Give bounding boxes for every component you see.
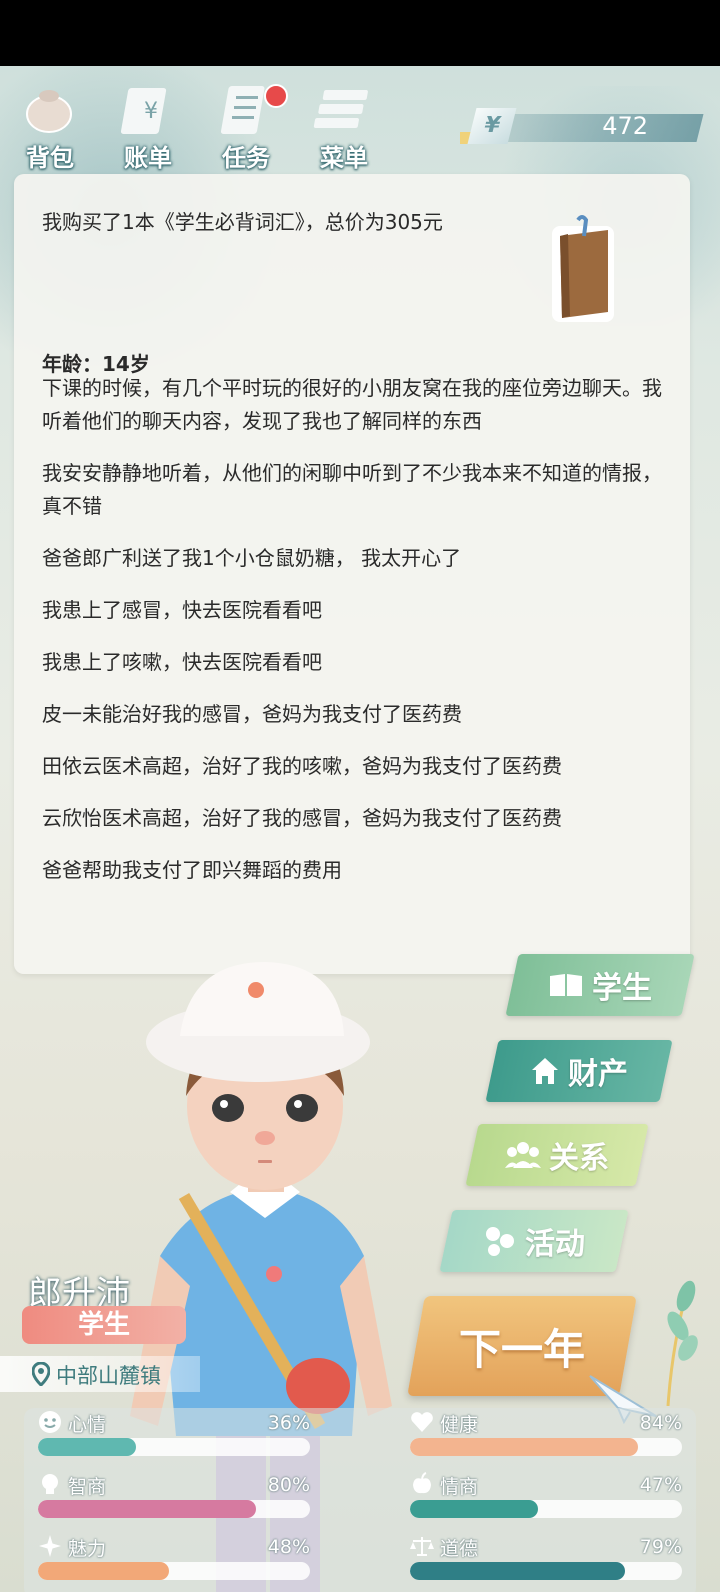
- bubbles-icon: [486, 1227, 514, 1256]
- stat-label: 道德: [440, 1538, 479, 1560]
- stat-fill: [38, 1500, 256, 1518]
- money-display: ¥ 472: [460, 108, 704, 144]
- menu-icon: [313, 90, 368, 128]
- location-pin-icon: [32, 1362, 50, 1386]
- next-year-label: 下一年: [458, 1324, 585, 1374]
- stat-fill: [38, 1562, 169, 1580]
- location-text: 中部山麓镇: [56, 1364, 161, 1388]
- assets-button[interactable]: 财产: [485, 1040, 673, 1102]
- relations-button-label: 关系: [549, 1141, 609, 1176]
- stat-fill: [410, 1438, 639, 1456]
- svg-text:¥: ¥: [144, 99, 158, 124]
- nav-tasks[interactable]: 任务: [200, 74, 292, 174]
- stat-percent: 79%: [639, 1536, 682, 1558]
- stat-bar: [38, 1438, 310, 1456]
- nav-backpack[interactable]: 背包: [4, 74, 96, 174]
- assets-button-label: 财产: [568, 1057, 628, 1092]
- relations-button[interactable]: 关系: [465, 1124, 649, 1186]
- stat-percent: 84%: [639, 1412, 682, 1434]
- list-item: 我安安静静地听着，从他们的闲聊中听到了不少我本来不知道的情报，真不错: [42, 461, 662, 518]
- stat-iq: 智商 80%: [24, 1472, 310, 1524]
- stat-percent: 80%: [267, 1474, 310, 1496]
- nav-menu[interactable]: 菜单: [298, 74, 390, 174]
- list-item: 下课的时候，有几个平时玩的很好的小朋友窝在我的座位旁边聊天。我听着他们的聊天内容…: [42, 376, 662, 433]
- list-item: 皮一未能治好我的感冒，爸妈为我支付了医药费: [42, 702, 462, 726]
- sparkle-icon: [39, 1535, 61, 1557]
- smile-icon: [39, 1411, 61, 1433]
- bill-icon: ¥: [120, 88, 167, 134]
- nav-tasks-label: 任务: [222, 144, 270, 172]
- stat-label: 魅力: [68, 1538, 107, 1560]
- stats-panel: 心情 36% 健康 84% 智商 80% 情商 47% 魅力 48% 道德 79…: [24, 1408, 696, 1592]
- stat-morality: 道德 79%: [396, 1534, 682, 1586]
- stat-percent: 47%: [639, 1474, 682, 1496]
- stat-label: 智商: [68, 1476, 107, 1498]
- book-icon: [552, 215, 614, 322]
- stat-fill: [410, 1562, 625, 1580]
- scale-icon: [410, 1537, 434, 1556]
- book-open-icon: [550, 974, 582, 996]
- student-button-label: 学生: [592, 971, 652, 1006]
- list-item: 爸爸帮助我支付了即兴舞蹈的费用: [42, 858, 342, 882]
- activities-button-label: 活动: [525, 1227, 585, 1262]
- stat-label: 情商: [440, 1476, 479, 1498]
- status-bar-area: [0, 0, 720, 66]
- stat-fill: [38, 1438, 136, 1456]
- location-tag: 中部山麓镇: [0, 1356, 200, 1392]
- nav-bills[interactable]: ¥ 账单: [102, 74, 194, 174]
- stat-mood: 心情 36%: [24, 1410, 310, 1462]
- house-icon: [532, 1058, 558, 1084]
- stat-bar: [410, 1562, 682, 1580]
- stat-bar: [38, 1562, 310, 1580]
- stat-bar: [38, 1500, 310, 1518]
- bulb-icon: [42, 1474, 58, 1494]
- nav-backpack-label: 背包: [26, 144, 74, 172]
- stat-bar: [410, 1500, 682, 1518]
- stat-bar: [410, 1438, 682, 1456]
- stat-fill: [410, 1500, 538, 1518]
- stat-eq: 情商 47%: [396, 1472, 682, 1524]
- role-badge: 学生: [22, 1306, 186, 1344]
- activities-button[interactable]: 活动: [439, 1210, 629, 1272]
- game-scene: 背包 ¥ 账单 任务 菜单 ¥ 472 我购买了1本《学生必背词汇》，总价为30…: [0, 66, 720, 1592]
- stat-charm: 魅力 48%: [24, 1534, 310, 1586]
- event-list: 下课的时候，有几个平时玩的很好的小朋友窝在我的座位旁边聊天。我听着他们的聊天内容…: [42, 372, 662, 906]
- event-log-panel[interactable]: 我购买了1本《学生必背词汇》，总价为305元 年龄：14岁 下课的时候，有几个平…: [14, 174, 690, 974]
- list-item: 我患上了感冒，快去医院看看吧: [42, 598, 322, 622]
- heart-icon: [411, 1412, 433, 1432]
- list-item: 爸爸郎广利送了我1个小仓鼠奶糖， 我太开心了: [42, 546, 462, 570]
- list-item: 田依云医术高超，治好了我的咳嗽，爸妈为我支付了医药费: [42, 754, 562, 778]
- purchase-message: 我购买了1本《学生必背词汇》，总价为305元: [42, 210, 443, 234]
- list-item: 我患上了咳嗽，快去医院看看吧: [42, 650, 322, 674]
- backpack-icon: [26, 90, 72, 133]
- list-item: 云欣怡医术高超，治好了我的感冒，爸妈为我支付了医药费: [42, 806, 562, 830]
- stat-percent: 48%: [267, 1536, 310, 1558]
- stat-label: 心情: [68, 1414, 107, 1436]
- student-button[interactable]: 学生: [505, 954, 695, 1016]
- stat-label: 健康: [440, 1414, 479, 1436]
- notification-dot: [264, 84, 288, 108]
- money-value: 472: [602, 112, 648, 140]
- stat-percent: 36%: [267, 1412, 310, 1434]
- stat-health: 健康 84%: [396, 1410, 682, 1462]
- money-bar: [484, 114, 704, 142]
- apple-icon: [413, 1472, 431, 1494]
- nav-menu-label: 菜单: [320, 144, 368, 172]
- nav-bills-label: 账单: [124, 144, 172, 172]
- people-icon: [505, 1142, 541, 1168]
